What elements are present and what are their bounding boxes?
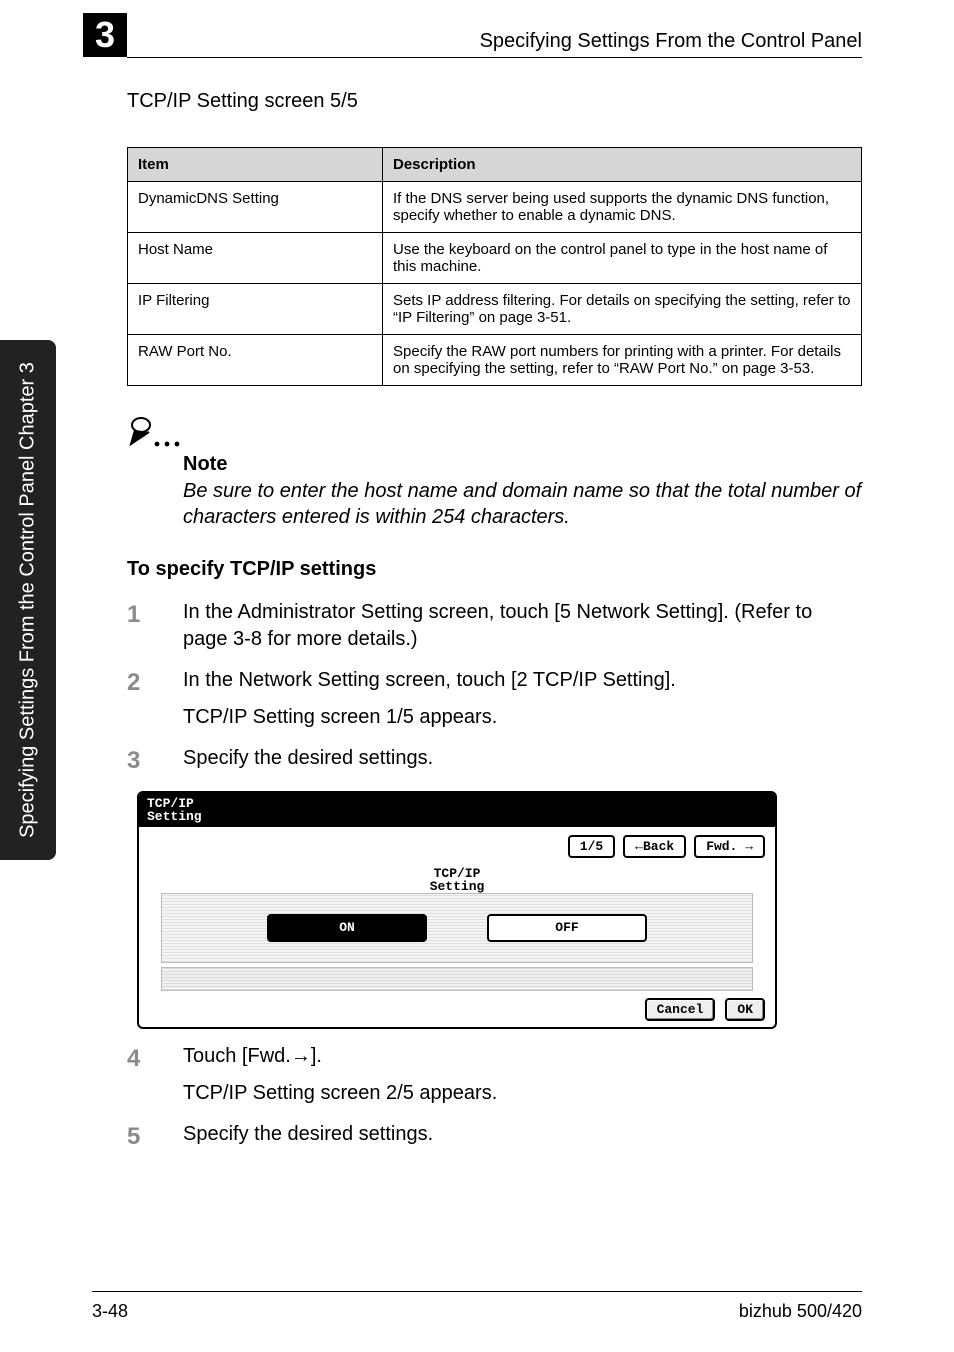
table-cell-item: Host Name <box>128 233 383 284</box>
panel-toggle-row: ON OFF <box>161 893 753 963</box>
table-row: RAW Port No. Specify the RAW port number… <box>128 335 862 386</box>
step-text: Specify the desired settings. <box>183 1123 433 1145</box>
panel-on-button[interactable]: ON <box>267 914 427 942</box>
step-2: 2 In the Network Setting screen, touch [… <box>127 667 862 731</box>
settings-table: Item Description DynamicDNS Setting If t… <box>127 147 862 386</box>
step-body: In the Network Setting screen, touch [2 … <box>183 667 862 731</box>
note-title: Note <box>183 453 862 476</box>
header-title: Specifying Settings From the Control Pan… <box>480 30 862 53</box>
panel-back-button[interactable]: ←Back <box>623 835 686 858</box>
lcd-panel: TCP/IP Setting 1/5 ←Back Fwd. → TCP/IP S… <box>137 791 777 1029</box>
table-cell-item: RAW Port No. <box>128 335 383 386</box>
panel-ok-button[interactable]: OK <box>725 998 765 1021</box>
step-body: Specify the desired settings. <box>183 1121 862 1153</box>
panel-page-indicator: 1/5 <box>568 835 615 858</box>
chapter-number-box: 3 <box>83 13 127 57</box>
step-body: Specify the desired settings. <box>183 745 862 777</box>
step-3: 3 Specify the desired settings. <box>127 745 862 777</box>
step-subtext: TCP/IP Setting screen 1/5 appears. <box>183 704 862 731</box>
note-icon <box>127 414 183 459</box>
note-body: Be sure to enter the host name and domai… <box>183 478 862 530</box>
sidebar-tab: Specifying Settings From the Control Pan… <box>0 340 56 860</box>
step-body: In the Administrator Setting screen, tou… <box>183 599 862 653</box>
table-cell-desc: Sets IP address filtering. For details o… <box>383 284 862 335</box>
step-text: In the Network Setting screen, touch [2 … <box>183 669 676 691</box>
table-cell-item: DynamicDNS Setting <box>128 182 383 233</box>
footer-model: bizhub 500/420 <box>739 1301 862 1322</box>
panel-titlebar: TCP/IP Setting <box>139 793 775 827</box>
step-number: 1 <box>127 599 183 653</box>
panel-cancel-button[interactable]: Cancel <box>645 998 716 1021</box>
header-rule <box>127 57 862 58</box>
table-cell-item: IP Filtering <box>128 284 383 335</box>
footer: 3-48 bizhub 500/420 <box>92 1301 862 1322</box>
step-body: Touch [Fwd.→]. TCP/IP Setting screen 2/5… <box>183 1043 862 1107</box>
step-text: Specify the desired settings. <box>183 747 433 769</box>
panel-bottom-band <box>161 967 753 991</box>
table-cell-desc: Specify the RAW port numbers for printin… <box>383 335 862 386</box>
footer-page-number: 3-48 <box>92 1301 128 1322</box>
screen-heading: TCP/IP Setting screen 5/5 <box>127 90 862 113</box>
footer-rule <box>92 1291 862 1292</box>
step-5: 5 Specify the desired settings. <box>127 1121 862 1153</box>
table-row: IP Filtering Sets IP address filtering. … <box>128 284 862 335</box>
section-heading: To specify TCP/IP settings <box>127 558 862 581</box>
note-block: Note Be sure to enter the host name and … <box>127 453 862 530</box>
sidebar-label: Specifying Settings From the Control Pan… <box>17 362 40 838</box>
step-text: Touch [Fwd.→]. <box>183 1045 322 1067</box>
panel-center-label: TCP/IP Setting <box>139 867 775 893</box>
panel-body: 1/5 ←Back Fwd. → TCP/IP Setting ON OFF C… <box>139 827 775 1027</box>
step-number: 4 <box>127 1043 183 1107</box>
step-number: 5 <box>127 1121 183 1153</box>
step-number: 3 <box>127 745 183 777</box>
table-header-description: Description <box>383 148 862 182</box>
table-cell-desc: Use the keyboard on the control panel to… <box>383 233 862 284</box>
step-1: 1 In the Administrator Setting screen, t… <box>127 599 862 653</box>
panel-fwd-button[interactable]: Fwd. → <box>694 835 765 858</box>
table-row: DynamicDNS Setting If the DNS server bei… <box>128 182 862 233</box>
step-subtext: TCP/IP Setting screen 2/5 appears. <box>183 1080 862 1107</box>
table-header-item: Item <box>128 148 383 182</box>
step-4: 4 Touch [Fwd.→]. TCP/IP Setting screen 2… <box>127 1043 862 1107</box>
step-text: In the Administrator Setting screen, tou… <box>183 601 812 650</box>
table-cell-desc: If the DNS server being used supports th… <box>383 182 862 233</box>
step-number: 2 <box>127 667 183 731</box>
table-row: Host Name Use the keyboard on the contro… <box>128 233 862 284</box>
panel-off-button[interactable]: OFF <box>487 914 647 942</box>
